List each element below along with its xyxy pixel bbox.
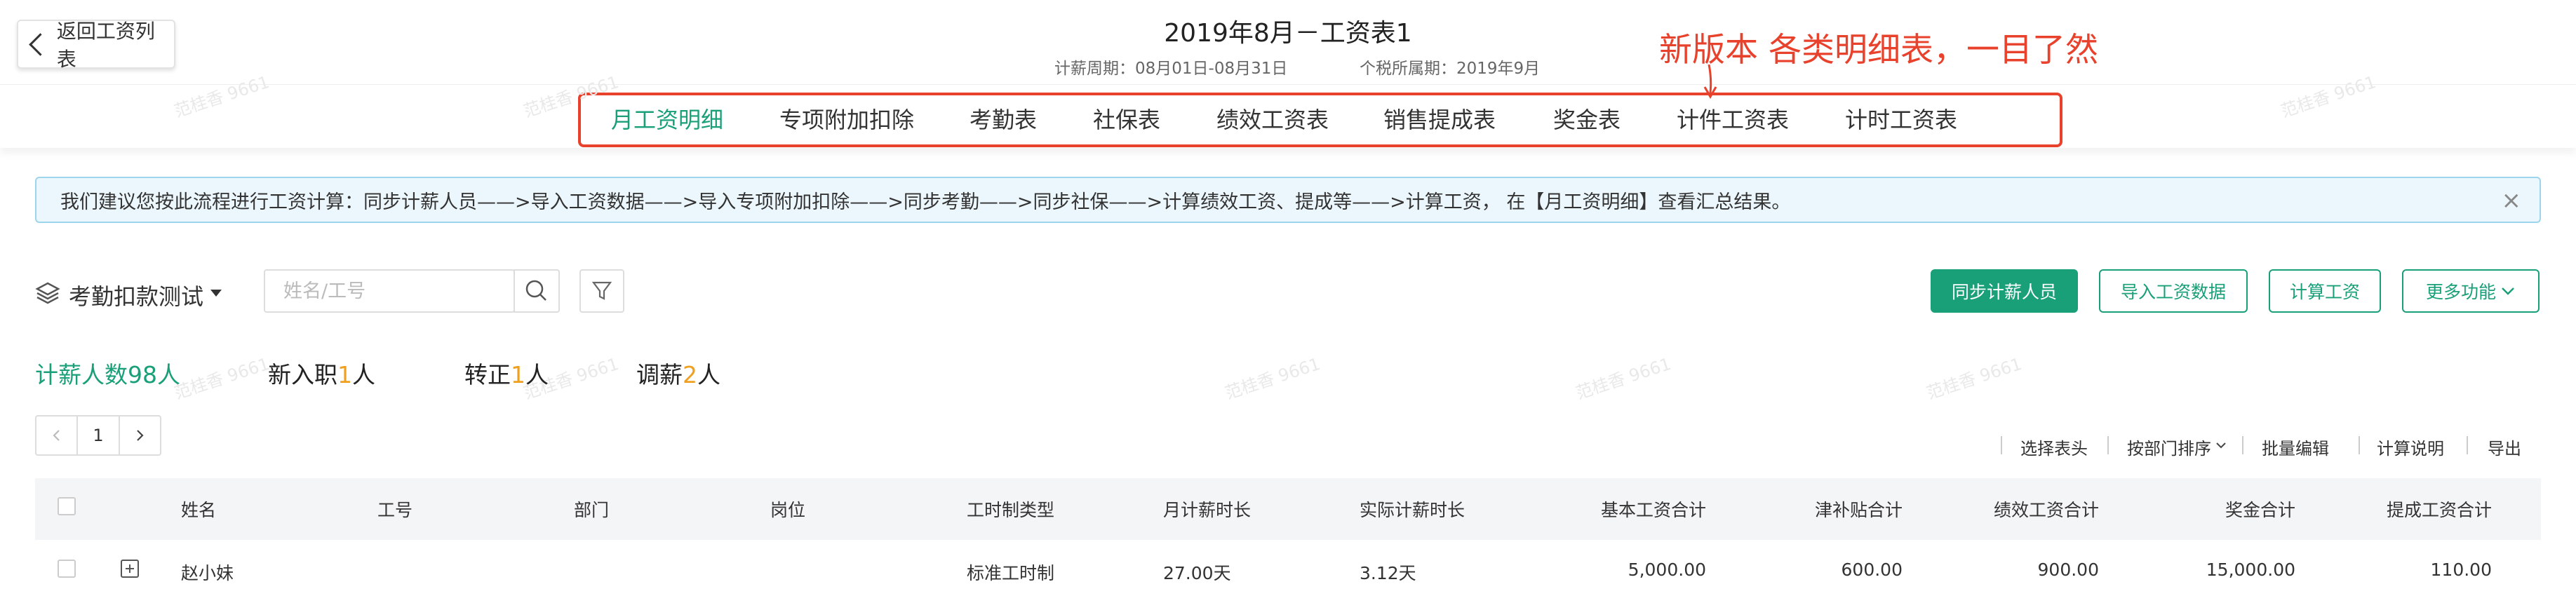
- tab-sales-commission[interactable]: 销售提成表: [1383, 102, 1496, 135]
- column-header[interactable]: 基本工资合计: [1566, 496, 1706, 522]
- next-page-button[interactable]: [120, 416, 160, 454]
- column-header[interactable]: 提成工资合计: [2352, 496, 2492, 522]
- cell-performance: 900.00: [2037, 560, 2099, 580]
- tab-performance-salary[interactable]: 绩效工资表: [1216, 102, 1329, 135]
- stat-label: 转正: [464, 361, 511, 388]
- annotation-note: 新版本 各类明细表，一目了然: [1659, 31, 2098, 69]
- stat-unit: 人: [157, 361, 180, 388]
- cell-name: 赵小妹: [181, 563, 234, 583]
- cell-allowance: 600.00: [1841, 560, 1903, 580]
- stat-count: 1: [337, 361, 352, 388]
- watermark: 范桂香 9661: [1573, 353, 1674, 403]
- column-header[interactable]: 绩效工资合计: [1959, 496, 2099, 522]
- department-selector[interactable]: 考勤扣款测试: [69, 279, 203, 311]
- more-functions-label: 更多功能: [2425, 282, 2496, 302]
- cell-base-salary: 5,000.00: [1628, 560, 1706, 580]
- column-header[interactable]: 岗位: [770, 496, 805, 522]
- column-header[interactable]: 工时制类型: [967, 496, 1054, 522]
- more-functions-button[interactable]: 更多功能: [2402, 269, 2540, 313]
- stat-label: 计薪人数: [35, 361, 128, 388]
- calculation-notes-action[interactable]: 计算说明: [2377, 435, 2444, 459]
- cell-actual-hours: 3.12天: [1360, 563, 1416, 583]
- new-hire-stat: 新入职1人: [268, 356, 375, 390]
- annotation-arrow-icon: [1703, 65, 1717, 100]
- pay-period: 计薪周期：08月01日-08月31日: [1054, 60, 1288, 78]
- column-header[interactable]: 工号: [377, 496, 412, 522]
- stat-count: 98: [128, 361, 157, 388]
- import-salary-data-button[interactable]: 导入工资数据: [2099, 269, 2248, 313]
- pagination: 1: [35, 415, 161, 456]
- tab-piecework-salary[interactable]: 计件工资表: [1677, 102, 1789, 135]
- paid-headcount-stat: 计薪人数98人: [35, 356, 180, 390]
- batch-edit-action[interactable]: 批量编辑: [2262, 435, 2329, 459]
- stat-label: 新入职: [268, 361, 337, 388]
- filter-icon: [591, 281, 612, 300]
- search-icon: [525, 280, 546, 301]
- filter-button[interactable]: [579, 269, 624, 313]
- chevron-down-icon: [2502, 287, 2514, 295]
- tab-special-deductions[interactable]: 专项附加扣除: [779, 102, 914, 135]
- page-title: 2019年8月－工资表1: [1164, 19, 1412, 48]
- calculate-salary-button[interactable]: 计算工资: [2269, 269, 2381, 313]
- process-hint-alert: 我们建议您按此流程进行工资计算：同步计薪人员——>导入工资数据——>导入专项附加…: [35, 177, 2541, 223]
- divider: [2107, 436, 2109, 454]
- alert-text: 我们建议您按此流程进行工资计算：同步计薪人员——>导入工资数据——>导入专项附加…: [60, 191, 1791, 213]
- export-action[interactable]: 导出: [2488, 435, 2521, 459]
- chevron-right-icon: [137, 430, 144, 441]
- cell-bonus: 15,000.00: [2206, 560, 2295, 580]
- tax-period: 个税所属期：2019年9月: [1360, 60, 1541, 78]
- divider: [2359, 436, 2360, 454]
- search-button[interactable]: [514, 269, 560, 313]
- row-checkbox[interactable]: [58, 560, 76, 578]
- regularization-stat: 转正1人: [464, 356, 549, 390]
- column-header[interactable]: 部门: [574, 496, 609, 522]
- sync-payroll-staff-button[interactable]: 同步计薪人员: [1931, 269, 2078, 313]
- watermark: 范桂香 9661: [171, 353, 272, 403]
- watermark: 范桂香 9661: [1924, 353, 2025, 403]
- tab-hourly-salary[interactable]: 计时工资表: [1845, 102, 1957, 135]
- close-icon[interactable]: ×: [2502, 187, 2522, 215]
- tab-monthly-salary-detail[interactable]: 月工资明细: [611, 102, 723, 135]
- column-header[interactable]: 姓名: [181, 496, 216, 522]
- chevron-down-icon[interactable]: [2215, 442, 2227, 450]
- stat-count: 2: [683, 361, 697, 388]
- expand-row-icon[interactable]: [121, 560, 139, 578]
- stat-count: 1: [511, 361, 525, 388]
- tab-bonus[interactable]: 奖金表: [1553, 102, 1621, 135]
- sort-by-department-action[interactable]: 按部门排序: [2127, 435, 2211, 459]
- prev-page-button[interactable]: [36, 416, 76, 454]
- stat-label: 调薪: [636, 361, 683, 388]
- column-header[interactable]: 津补贴合计: [1762, 496, 1903, 522]
- column-header[interactable]: 月计薪时长: [1163, 496, 1251, 522]
- divider: [2467, 436, 2468, 454]
- column-header[interactable]: 实际计薪时长: [1360, 496, 1465, 522]
- caret-down-icon[interactable]: [210, 290, 222, 297]
- layers-icon: [35, 282, 60, 304]
- cell-hours-type: 标准工时制: [967, 563, 1055, 583]
- select-all-checkbox[interactable]: [58, 497, 76, 515]
- stat-unit: 人: [525, 361, 549, 388]
- column-header[interactable]: 奖金合计: [2155, 496, 2295, 522]
- watermark: 范桂香 9661: [1222, 353, 1323, 403]
- divider: [2242, 436, 2243, 454]
- stat-unit: 人: [352, 361, 375, 388]
- chevron-left-icon: [53, 430, 60, 441]
- current-page[interactable]: 1: [76, 416, 120, 454]
- stat-unit: 人: [697, 361, 720, 388]
- tab-social-insurance[interactable]: 社保表: [1093, 102, 1160, 135]
- plus-icon: [126, 564, 134, 573]
- tab-attendance[interactable]: 考勤表: [970, 102, 1037, 135]
- cell-commission: 110.00: [2430, 560, 2492, 580]
- cell-monthly-hours: 27.00天: [1163, 563, 1231, 583]
- select-columns-action[interactable]: 选择表头: [2020, 435, 2088, 459]
- salary-adjust-stat: 调薪2人: [636, 356, 720, 390]
- divider: [2001, 436, 2002, 454]
- search-input[interactable]: [264, 269, 515, 313]
